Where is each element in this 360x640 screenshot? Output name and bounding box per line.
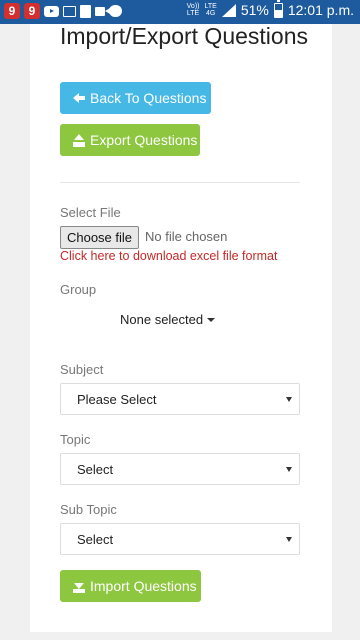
document-icon — [80, 4, 91, 18]
select-file-label: Select File — [60, 205, 121, 220]
sub-topic-select[interactable]: Select — [60, 523, 300, 555]
choose-file-button[interactable]: Choose file — [60, 226, 139, 249]
import-export-panel: Import/Export Questions Back To Question… — [30, 24, 332, 632]
volte-icon: Vo)) LTE — [186, 3, 200, 17]
topic-select[interactable]: Select — [60, 453, 300, 485]
subject-select[interactable]: Please Select — [60, 383, 300, 415]
notification-icons: 9 9 — [4, 3, 122, 19]
file-status: No file chosen — [145, 229, 228, 244]
download-excel-link[interactable]: Click here to download excel file format — [60, 249, 277, 263]
divider — [60, 182, 300, 183]
system-icons: Vo)) LTE LTE 4G 51% 12:01 p.m. — [186, 0, 354, 18]
chat-icon — [109, 5, 122, 17]
dropdown-arrow-icon — [286, 537, 292, 542]
status-bar: 9 9 Vo)) LTE LTE 4G 51% 12:01 p.m. — [0, 0, 360, 24]
battery-percent: 51% — [240, 2, 269, 18]
youtube-icon — [44, 5, 59, 17]
clock: 12:01 p.m. — [287, 2, 354, 18]
arrow-left-icon — [73, 92, 85, 104]
page-title: Import/Export Questions — [60, 23, 308, 49]
export-questions-button[interactable]: Export Questions — [60, 124, 200, 156]
import-questions-button[interactable]: Import Questions — [60, 570, 201, 602]
download-icon — [73, 580, 85, 593]
upload-icon — [73, 133, 85, 147]
sub-topic-label: Sub Topic — [60, 502, 117, 517]
group-label: Group — [60, 282, 97, 297]
gallery-icon — [63, 5, 76, 17]
lte-icon: LTE 4G — [204, 3, 217, 17]
caret-down-icon — [207, 317, 216, 322]
app-nine-icon: 9 — [24, 3, 40, 19]
dropdown-arrow-icon — [286, 397, 292, 402]
battery-icon — [273, 0, 283, 18]
back-to-questions-button[interactable]: Back To Questions — [60, 82, 211, 114]
group-multiselect[interactable]: None selected — [120, 312, 216, 327]
dropdown-arrow-icon — [286, 467, 292, 472]
video-icon — [95, 6, 110, 16]
subject-label: Subject — [60, 362, 104, 377]
signal-icon — [221, 3, 236, 17]
topic-label: Topic — [60, 432, 91, 447]
app-nine-icon: 9 — [4, 3, 20, 19]
